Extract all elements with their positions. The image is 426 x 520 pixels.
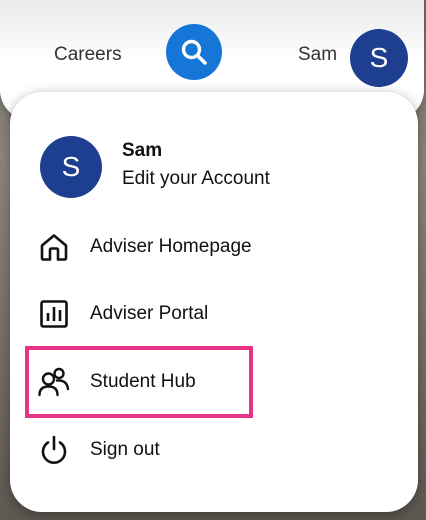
menu-item-adviser-portal[interactable]: Adviser Portal [36,292,366,336]
menu-item-label: Adviser Portal [90,303,209,324]
menu-item-sign-out[interactable]: Sign out [36,428,366,472]
user-name-label[interactable]: Sam [298,44,337,66]
bar-chart-icon [36,296,72,332]
power-icon [36,432,72,468]
menu-item-label: Sign out [90,439,160,460]
profile-name: Sam [122,140,163,161]
user-avatar-button[interactable]: S [350,29,408,87]
search-icon [181,39,207,65]
account-dropdown-menu: S Sam Edit your Account Adviser Homepage… [10,92,418,512]
edit-account-link[interactable]: Edit your Account [122,168,270,190]
menu-item-adviser-homepage[interactable]: Adviser Homepage [36,225,366,269]
profile-avatar: S [40,136,102,198]
menu-item-label: Adviser Homepage [90,236,252,257]
users-icon [36,364,72,400]
nav-link-careers[interactable]: Careers [54,44,122,66]
home-icon [36,229,72,265]
search-button[interactable] [166,24,222,80]
menu-item-label: Student Hub [90,371,196,392]
menu-item-student-hub[interactable]: Student Hub [36,360,366,404]
